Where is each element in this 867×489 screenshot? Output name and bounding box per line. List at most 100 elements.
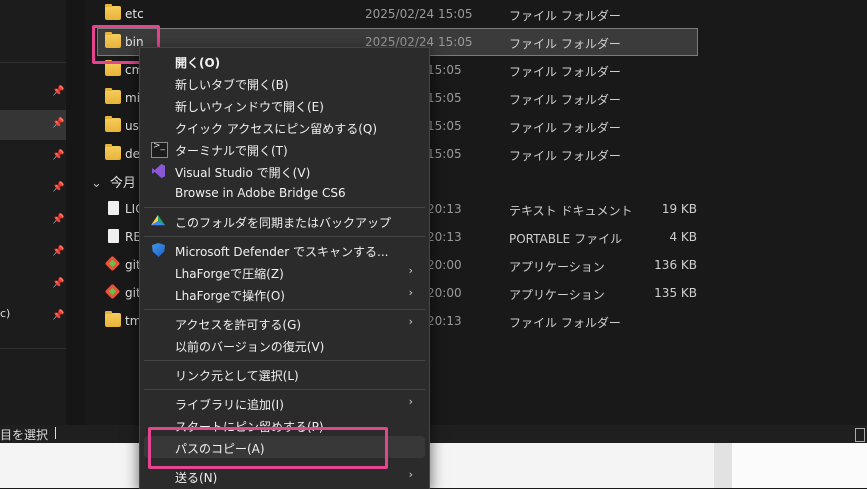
file-type: ファイル フォルダー	[509, 65, 621, 79]
group-label: 今月	[109, 176, 136, 191]
navigation-pane: 📌 📌 📌 📌 📌 📌 📌 📌 c)	[0, 0, 66, 425]
menu-item-label: Visual Studio で開く(V)	[175, 166, 311, 180]
menu-item-select-link-source[interactable]: リンク元として選択(L)	[144, 363, 425, 385]
folder-icon	[105, 311, 121, 327]
menu-item-open[interactable]: 開く(O)	[144, 50, 425, 72]
menu-item-send-to[interactable]: 送る(N) ›	[144, 465, 425, 487]
menu-separator	[144, 360, 425, 361]
folder-icon	[105, 60, 121, 76]
visual-studio-icon	[151, 164, 166, 178]
menu-item-label: パスのコピー(A)	[175, 442, 265, 456]
menu-item-lhaforge-operate[interactable]: LhaForgeで操作(O) ›	[144, 283, 425, 305]
status-text: 目を選択	[0, 428, 49, 442]
git-app-icon	[105, 257, 121, 271]
pin-icon: 📌	[52, 182, 65, 193]
status-divider	[55, 427, 56, 439]
menu-item-label: アクセスを許可する(G)	[175, 318, 302, 332]
file-size: 19 KB	[661, 202, 697, 216]
pin-icon: 📌	[52, 214, 65, 225]
window-edge	[732, 443, 867, 488]
menu-item-label: ターミナルで開く(T)	[175, 144, 288, 158]
pin-icon: 📌	[52, 118, 65, 129]
file-name: etc	[125, 7, 144, 21]
menu-item-pin-quick-access[interactable]: クイック アクセスにピン留めする(Q)	[144, 116, 425, 138]
file-name: mi	[125, 91, 141, 105]
chevron-down-icon[interactable]: ⌄	[91, 176, 102, 191]
menu-separator	[144, 389, 425, 390]
menu-item-open-visual-studio[interactable]: Visual Studio で開く(V)	[144, 160, 425, 182]
file-date: 15:05	[427, 119, 462, 133]
file-type: PORTABLE ファイル	[509, 232, 623, 246]
menu-item-label: Browse in Adobe Bridge CS6	[175, 186, 346, 200]
file-date: 20:13	[427, 314, 462, 328]
menu-item-label: 送る(N)	[175, 471, 218, 485]
menu-item-label: スタートにピン留めする(P)	[175, 420, 324, 434]
document-icon	[108, 229, 119, 243]
pin-icon: 📌	[52, 310, 65, 321]
file-date: 2025/02/24 15:05	[365, 7, 473, 21]
menu-item-open-terminal[interactable]: ターミナルで開く(T)	[144, 138, 425, 160]
file-size: 136 KB	[654, 258, 697, 272]
file-type: ファイル フォルダー	[509, 149, 621, 163]
menu-item-lhaforge-compress[interactable]: LhaForgeで圧縮(Z) ›	[144, 261, 425, 283]
defender-icon	[151, 243, 166, 257]
menu-item-add-to-library[interactable]: ライブラリに追加(I) ›	[144, 392, 425, 414]
file-name: de	[125, 147, 140, 161]
file-size: 135 KB	[654, 286, 697, 300]
menu-separator	[144, 309, 425, 310]
folder-icon	[105, 116, 121, 132]
file-type: ファイル フォルダー	[509, 121, 621, 135]
file-type: ファイル フォルダー	[509, 9, 621, 23]
file-date: 15:05	[427, 91, 462, 105]
terminal-icon	[151, 141, 168, 158]
menu-item-adobe-bridge[interactable]: Browse in Adobe Bridge CS6	[144, 182, 425, 204]
menu-item-copy-path[interactable]: パスのコピー(A)	[144, 436, 425, 458]
file-type: ファイル フォルダー	[509, 316, 621, 330]
chevron-right-icon: ›	[408, 395, 413, 408]
pin-icon: 📌	[52, 246, 65, 257]
nav-divider	[0, 348, 66, 349]
chevron-right-icon: ›	[408, 468, 413, 481]
file-type: アプリケーション	[509, 288, 605, 302]
menu-item-label: Microsoft Defender でスキャンする...	[175, 245, 389, 259]
menu-item-label: LhaForgeで圧縮(Z)	[175, 267, 284, 281]
file-date: 20:00	[427, 286, 462, 300]
document-icon	[108, 201, 119, 215]
menu-item-sync-backup[interactable]: このフォルダを同期またはバックアップ	[144, 210, 425, 232]
chevron-right-icon: ›	[408, 315, 413, 328]
menu-item-pin-start[interactable]: スタートにピン留めする(P)	[144, 414, 425, 436]
folder-icon	[105, 32, 121, 48]
folder-icon	[105, 4, 121, 20]
git-app-icon	[105, 285, 121, 299]
window-edge	[714, 443, 732, 488]
pane-divider[interactable]	[66, 0, 85, 425]
file-date: 15:05	[427, 63, 462, 77]
file-size: 4 KB	[669, 230, 697, 244]
nav-divider	[0, 62, 66, 63]
file-type: ファイル フォルダー	[509, 93, 621, 107]
menu-item-label: 新しいウィンドウで開く(E)	[175, 100, 324, 114]
folder-icon	[105, 88, 121, 104]
file-row[interactable]: etc 2025/02/24 15:05 ファイル フォルダー	[85, 1, 697, 27]
folder-icon	[105, 144, 121, 160]
menu-item-label: 開く(O)	[175, 56, 221, 70]
file-date: 15:05	[427, 147, 462, 161]
chevron-right-icon: ›	[408, 286, 413, 299]
nav-item-label[interactable]: c)	[0, 307, 10, 320]
menu-item-open-new-tab[interactable]: 新しいタブで開く(B)	[144, 72, 425, 94]
file-type: ファイル フォルダー	[509, 37, 621, 51]
menu-item-open-new-window[interactable]: 新しいウィンドウで開く(E)	[144, 94, 425, 116]
menu-item-grant-access[interactable]: アクセスを許可する(G) ›	[144, 312, 425, 334]
pin-icon: 📌	[52, 278, 65, 289]
menu-item-label: リンク元として選択(L)	[175, 369, 299, 383]
menu-item-defender-scan[interactable]: Microsoft Defender でスキャンする...	[144, 239, 425, 261]
menu-item-label: ライブラリに追加(I)	[175, 398, 284, 412]
menu-item-label: クイック アクセスにピン留めする(Q)	[175, 122, 378, 136]
menu-item-label: LhaForgeで操作(O)	[175, 289, 285, 303]
group-header[interactable]: ⌄ 今月	[91, 172, 136, 191]
chevron-right-icon: ›	[408, 264, 413, 277]
view-toggle-icon[interactable]	[855, 428, 865, 442]
menu-item-restore-previous[interactable]: 以前のバージョンの復元(V)	[144, 334, 425, 356]
context-menu: 開く(O) 新しいタブで開く(B) 新しいウィンドウで開く(E) クイック アク…	[139, 47, 430, 489]
file-date: 20:13	[427, 202, 462, 216]
